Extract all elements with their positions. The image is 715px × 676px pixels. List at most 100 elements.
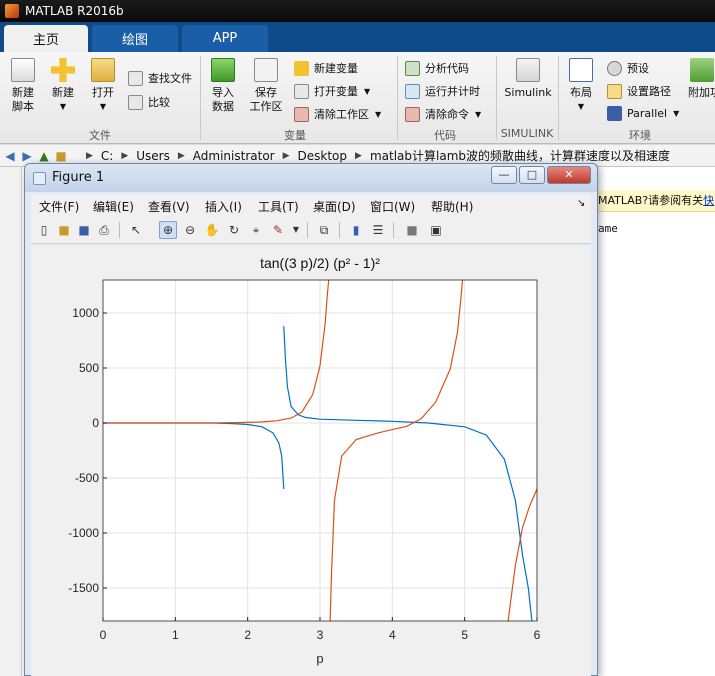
x-tick-label: 3	[317, 628, 324, 642]
clear-workspace-button[interactable]: 清除工作区 ▼	[294, 106, 381, 122]
breadcrumb-item[interactable]: Users	[136, 149, 170, 163]
print-icon[interactable]: ⎙	[95, 221, 113, 239]
forward-arrow-icon[interactable]: ▶	[20, 149, 34, 163]
set-path-button[interactable]: 设置路径	[607, 83, 671, 99]
browse-folder-icon[interactable]: ■	[54, 149, 68, 163]
menu-file[interactable]: 文件(F)	[39, 198, 79, 215]
window-title: MATLAB R2016b	[25, 4, 124, 18]
save-icon[interactable]: ■	[75, 221, 93, 239]
y-tick-label: 1000	[72, 306, 99, 320]
up-folder-icon[interactable]: ▲	[37, 149, 51, 163]
toolbar-divider	[339, 222, 340, 238]
chart-title: tan((3 p)/2) (p² - 1)²	[260, 255, 380, 271]
chevron-down-icon: ▼	[364, 86, 371, 96]
zoom-in-icon[interactable]: ⊕	[159, 221, 177, 239]
preferences-label: 预设	[627, 62, 649, 75]
save-workspace-button[interactable]: 保存 工作区	[246, 58, 286, 114]
breadcrumb-item[interactable]: C:	[101, 149, 113, 163]
back-arrow-icon[interactable]: ◀	[3, 149, 17, 163]
preferences-button[interactable]: 预设	[607, 60, 649, 76]
tab-plots[interactable]: 绘图	[92, 25, 178, 52]
simulink-icon	[516, 58, 540, 82]
run-and-time-button[interactable]: 运行并计时	[405, 83, 480, 99]
menu-tools[interactable]: 工具(T)	[258, 198, 299, 215]
menu-window[interactable]: 窗口(W)	[370, 198, 415, 215]
run-and-time-label: 运行并计时	[425, 85, 480, 98]
compare-label: 比较	[148, 96, 170, 109]
colorbar-icon[interactable]: ▮	[347, 221, 365, 239]
pan-hand-icon[interactable]: ✋	[203, 221, 221, 239]
x-tick-label: 1	[172, 628, 179, 642]
data-cursor-icon[interactable]: ⌖	[247, 221, 265, 239]
tab-home[interactable]: 主页	[4, 25, 88, 52]
new-figure-icon[interactable]: ▯	[35, 221, 53, 239]
breadcrumb-separator: ▶	[121, 150, 129, 161]
breadcrumb-separator: ▶	[355, 150, 362, 161]
new-script-button[interactable]: 新建 脚本	[6, 58, 40, 114]
x-axis-label: p	[316, 651, 323, 666]
x-tick-label: 2	[244, 628, 251, 642]
breadcrumb-item[interactable]: Desktop	[298, 149, 348, 163]
menu-edit[interactable]: 编辑(E)	[93, 198, 134, 215]
menu-help[interactable]: 帮助(H)	[431, 198, 473, 215]
rotate-3d-icon[interactable]: ↻	[225, 221, 243, 239]
simulink-button[interactable]: Simulink	[502, 58, 554, 100]
compare-button[interactable]: 比较	[128, 94, 170, 110]
dock-arrow-icon[interactable]: ↘	[577, 198, 585, 209]
breadcrumb-item[interactable]: matlab计算lamb波的频散曲线，计算群速度以及相速度	[370, 147, 670, 164]
plus-icon	[51, 58, 75, 82]
new-button[interactable]: 新建 ▼	[46, 58, 80, 114]
info-bar-link[interactable]: 快	[703, 194, 714, 207]
folder-icon	[91, 58, 115, 82]
layout-grid-icon	[569, 58, 593, 82]
y-tick-label: 500	[79, 361, 99, 375]
figure-icon	[33, 172, 46, 185]
chevron-down-icon[interactable]: ▼	[287, 221, 305, 239]
addons-cube-icon	[689, 58, 714, 82]
breadcrumb-item[interactable]: Administrator	[193, 149, 275, 163]
chevron-down-icon: ▼	[577, 102, 585, 111]
plot-svg: 0 1 2 3 4 5 6 1000 500 0 -500 -1000 -1500 tan((3 p)/2…	[68, 255, 540, 666]
analyze-code-button[interactable]: 分析代码	[405, 60, 469, 76]
legend-icon[interactable]: ☰	[369, 221, 387, 239]
menu-insert[interactable]: 插入(I)	[205, 198, 242, 215]
new-variable-icon	[294, 60, 309, 76]
new-variable-button[interactable]: 新建变量	[294, 60, 358, 76]
import-data-button[interactable]: 导入 数据	[206, 58, 240, 114]
maximize-button[interactable]: □	[519, 166, 545, 184]
chevron-down-icon: ▼	[475, 109, 482, 119]
parallel-button[interactable]: Parallel ▼	[607, 106, 679, 121]
clear-commands-button[interactable]: 清除命令 ▼	[405, 106, 481, 122]
addons-button[interactable]: 附加功	[688, 58, 715, 100]
x-tick-label: 4	[389, 628, 396, 642]
toolbar-divider	[393, 222, 394, 238]
menu-desktop[interactable]: 桌面(D)	[313, 198, 356, 215]
pointer-icon[interactable]: ↖	[127, 221, 145, 239]
matlab-logo-icon	[5, 4, 19, 18]
open-file-icon[interactable]: ■	[55, 221, 73, 239]
matlab-title-bar: MATLAB R2016b	[0, 0, 715, 22]
minimize-button[interactable]: —	[491, 166, 517, 184]
y-tick-label: -1500	[68, 581, 99, 595]
compare-icon	[128, 94, 143, 110]
new-label: 新建	[52, 86, 74, 99]
tab-apps[interactable]: APP	[182, 25, 268, 52]
find-files-button[interactable]: 查找文件	[128, 70, 192, 86]
menu-view[interactable]: 查看(V)	[148, 198, 190, 215]
open-button[interactable]: 打开 ▼	[86, 58, 120, 114]
layout-button[interactable]: 布局 ▼	[564, 58, 598, 114]
close-button[interactable]: ✕	[547, 166, 591, 184]
find-files-label: 查找文件	[148, 72, 192, 85]
open-variable-label: 打开变量	[314, 85, 358, 98]
toolbar-divider	[307, 222, 308, 238]
link-plot-icon[interactable]: ⧉	[315, 221, 333, 239]
ribbon-tab-bar: 主页 绘图 APP	[0, 22, 715, 52]
figure-toolbar: ▯ ■ ■ ⎙ ↖ ⊕ ⊖ ✋ ↻ ⌖ ✎ ▼ ⧉ ▮ ☰ ■ ▣	[31, 216, 591, 244]
x-tick-label: 5	[461, 628, 468, 642]
open-variable-button[interactable]: 打开变量 ▼	[294, 83, 370, 99]
zoom-out-icon[interactable]: ⊖	[181, 221, 199, 239]
hide-plot-tools-icon[interactable]: ■	[403, 221, 421, 239]
show-plot-tools-icon[interactable]: ▣	[427, 221, 445, 239]
x-tick-label: 0	[100, 628, 107, 642]
brush-icon[interactable]: ✎	[269, 221, 287, 239]
